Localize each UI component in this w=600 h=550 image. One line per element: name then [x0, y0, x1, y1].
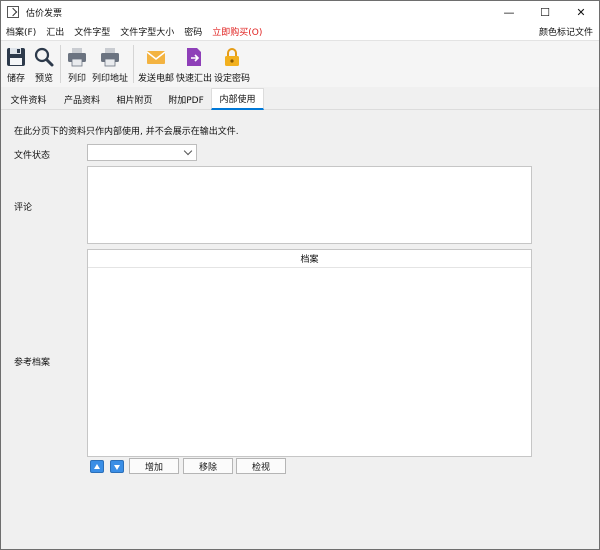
remove-file-button[interactable]: 移除 [183, 458, 233, 474]
send-email-label: 发送电邮 [137, 74, 174, 84]
chevron-down-icon [183, 146, 193, 156]
window-controls: — ☐ ✕ [491, 1, 599, 23]
print-button[interactable]: 列印 [64, 41, 90, 87]
maximize-button[interactable]: ☐ [527, 1, 563, 23]
set-password-button[interactable]: 设定密码 [213, 41, 251, 87]
menu-font-size[interactable]: 文件字型大小 [115, 25, 179, 38]
menu-file[interactable]: 档案(F) [1, 25, 41, 38]
toolbar-separator [60, 45, 61, 83]
send-email-button[interactable]: 发送电邮 [137, 41, 175, 87]
menu-font[interactable]: 文件字型 [69, 25, 115, 38]
menu-export[interactable]: 汇出 [41, 25, 69, 38]
internal-use-panel: 在此分页下的资料只作内部使用, 并不会展示在输出文件. 文件状态 评论 参考档案… [2, 111, 599, 549]
title-bar: 估价发票 — ☐ ✕ [1, 1, 599, 23]
magnifier-icon [33, 46, 55, 68]
app-icon [7, 6, 19, 18]
move-up-button[interactable] [90, 460, 104, 473]
quick-export-button[interactable]: 快速汇出 [175, 41, 213, 87]
comment-label: 评论 [14, 203, 33, 213]
grid-header-file[interactable]: 档案 [88, 250, 531, 268]
menu-password[interactable]: 密码 [179, 25, 207, 38]
print-address-label: 列印地址 [91, 74, 128, 84]
tab-internal-use[interactable]: 内部使用 [211, 88, 264, 110]
close-button[interactable]: ✕ [563, 1, 599, 23]
menu-buy-now[interactable]: 立即购买(O) [207, 25, 267, 38]
window-title: 估价发票 [26, 8, 63, 19]
add-file-button[interactable]: 增加 [129, 458, 179, 474]
menu-bar: 档案(F) 汇出 文件字型 文件字型大小 密码 立即购买(O) 颜色标记文件 [1, 23, 599, 40]
save-label: 储存 [6, 74, 25, 84]
tab-document-info[interactable]: 文件资料 [1, 88, 56, 110]
reference-files-grid[interactable]: 档案 [87, 249, 532, 457]
app-window: 估价发票 — ☐ ✕ 档案(F) 汇出 文件字型 文件字型大小 密码 立即购买(… [0, 0, 600, 550]
status-dropdown[interactable] [87, 144, 197, 161]
move-down-button[interactable] [110, 460, 124, 473]
quick-export-label: 快速汇出 [175, 74, 212, 84]
print-address-button[interactable]: 列印地址 [90, 41, 130, 87]
tab-strip: 文件资料 产品资料 相片附页 附加PDF 内部使用 [1, 88, 599, 110]
save-icon [5, 46, 27, 68]
tab-photo-attachments[interactable]: 相片附页 [108, 88, 161, 110]
preview-button[interactable]: 预览 [31, 41, 57, 87]
menu-color-tag[interactable]: 颜色标记文件 [539, 25, 593, 38]
tab-product-info[interactable]: 产品资料 [56, 88, 108, 110]
export-icon [183, 46, 205, 68]
comment-textarea[interactable] [87, 166, 532, 244]
printer-icon [66, 46, 88, 68]
toolbar: 储存 预览 列印 列印地址 发送电邮 快速汇出 设定密码 [1, 40, 599, 87]
print-label: 列印 [67, 74, 86, 84]
envelope-icon [145, 46, 167, 68]
preview-label: 预览 [34, 74, 53, 84]
printer-address-icon [99, 46, 121, 68]
view-file-button[interactable]: 检视 [236, 458, 286, 474]
toolbar-separator [133, 45, 134, 83]
padlock-icon [221, 46, 243, 68]
set-password-label: 设定密码 [213, 74, 250, 84]
status-label: 文件状态 [14, 151, 51, 161]
tab-attach-pdf[interactable]: 附加PDF [161, 88, 211, 110]
arrow-up-icon [94, 464, 100, 469]
arrow-down-icon [114, 465, 120, 470]
internal-notice: 在此分页下的资料只作内部使用, 并不会展示在输出文件. [14, 127, 239, 137]
minimize-button[interactable]: — [491, 1, 527, 23]
save-button[interactable]: 储存 [1, 41, 31, 87]
reference-files-label: 参考档案 [14, 358, 51, 368]
